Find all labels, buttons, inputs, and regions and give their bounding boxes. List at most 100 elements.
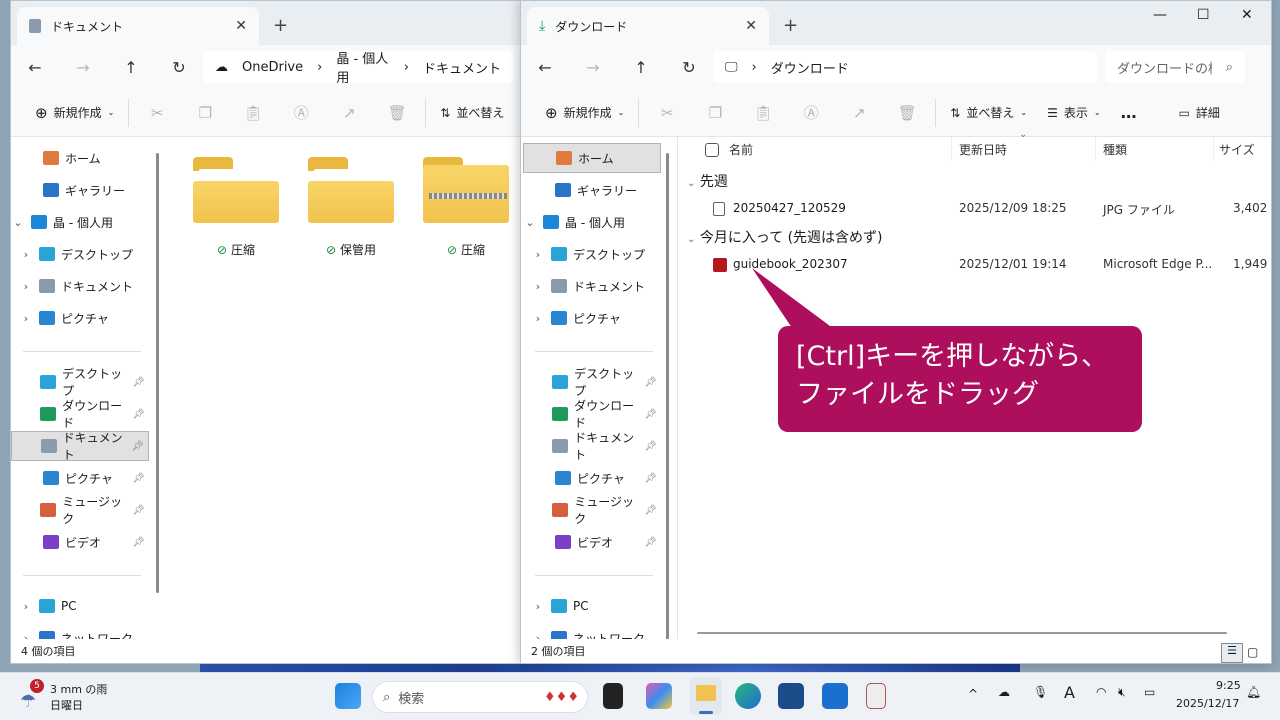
column-header-size[interactable]: サイズ <box>1219 141 1255 158</box>
battery-icon[interactable]: ▭ <box>1144 685 1155 699</box>
nav-scrollbar[interactable] <box>156 153 159 593</box>
column-header-type[interactable]: 種類 <box>1103 141 1127 158</box>
collapse-chevron-icon[interactable]: ⌄ <box>687 234 695 245</box>
expand-chevron-icon[interactable]: › <box>19 312 33 325</box>
folder-docs[interactable] <box>193 157 279 225</box>
expand-chevron-icon[interactable]: › <box>19 280 33 293</box>
file-row[interactable]: 20250427_120529 2025/12/09 18:25 JPG ファイ… <box>711 201 1271 221</box>
ime-icon[interactable]: A <box>1064 683 1075 702</box>
microphone-icon[interactable]: 🎙︎ <box>1033 685 1048 699</box>
nav-item[interactable]: ホーム <box>11 143 149 173</box>
expand-chevron-icon[interactable]: › <box>19 600 33 613</box>
refresh-button[interactable]: ↻ <box>155 58 203 77</box>
minimize-button[interactable]: — <box>1153 7 1167 23</box>
nav-item[interactable]: ミュージック 📌︎ <box>523 495 661 526</box>
start-button[interactable] <box>335 683 361 709</box>
paste-icon[interactable]: 📋︎ <box>739 97 787 129</box>
more-button[interactable]: … <box>1111 97 1147 129</box>
nav-item[interactable]: ダウンロード 📌︎ <box>523 399 661 430</box>
tiles-view-button[interactable]: ▢ <box>1247 645 1258 659</box>
folder-label[interactable]: ⊘ 保管用 <box>301 241 401 258</box>
file-explorer-taskbar-button[interactable] <box>690 677 722 715</box>
nav-item[interactable]: ⌄ 晶 - 個人用 <box>523 207 661 237</box>
column-header-date[interactable]: 更新日時 <box>959 141 1007 158</box>
select-all-checkbox[interactable] <box>705 143 719 157</box>
expand-chevron-icon[interactable]: › <box>531 248 545 261</box>
snipping-tool-icon[interactable] <box>866 683 886 709</box>
delete-icon[interactable]: 🗑︎ <box>373 97 421 129</box>
details-view-button[interactable]: ☰ <box>1221 643 1243 663</box>
group-header[interactable]: ⌄ 今月に入って (先週は含めず) <box>687 227 883 247</box>
outlook-icon[interactable] <box>822 683 848 709</box>
nav-item[interactable]: › デスクトップ <box>19 239 157 269</box>
forward-button[interactable]: → <box>569 58 617 77</box>
taskbar-search[interactable]: ⌕ 検索 ♦♦♦ <box>372 681 588 713</box>
share-icon[interactable]: ↗ <box>835 97 883 129</box>
folder-plain[interactable] <box>308 157 394 225</box>
expand-chevron-icon[interactable]: › <box>19 248 33 261</box>
volume-muted-icon[interactable]: 🔇︎ <box>1118 685 1126 700</box>
nav-item[interactable]: ⌄ 晶 - 個人用 <box>11 207 149 237</box>
breadcrumb[interactable]: 🖵︎ › ダウンロード <box>713 51 1097 83</box>
forward-button[interactable]: → <box>59 58 107 77</box>
tab-downloads[interactable]: ⤓ ダウンロード ✕ <box>527 7 769 45</box>
expand-chevron-icon[interactable]: › <box>531 280 545 293</box>
share-icon[interactable]: ↗ <box>325 97 373 129</box>
nav-item[interactable]: › PC <box>531 591 669 621</box>
close-window-button[interactable]: ✕ <box>1241 7 1253 23</box>
new-button[interactable]: ⊕ 新規作成 ⌄ <box>25 97 124 129</box>
nav-item[interactable]: ダウンロード 📌︎ <box>11 399 149 430</box>
nav-item[interactable]: ホーム <box>523 143 661 173</box>
up-button[interactable]: ↑ <box>617 58 665 77</box>
nav-item[interactable]: ギャラリー <box>523 175 661 205</box>
column-header-name[interactable]: 名前 <box>729 141 753 158</box>
tab-documents[interactable]: ドキュメント ✕ <box>17 7 259 45</box>
rename-icon[interactable]: Ⓐ <box>277 97 325 129</box>
breadcrumb-item[interactable]: ドキュメント <box>423 58 501 77</box>
nav-item[interactable]: › PC <box>19 591 157 621</box>
search-box[interactable]: ダウンロードの検索 ⌕ <box>1105 51 1245 83</box>
task-view-icon[interactable] <box>603 683 623 709</box>
sort-button[interactable]: ⇅ 並べ替え <box>430 97 514 129</box>
delete-icon[interactable]: 🗑︎ <box>883 97 931 129</box>
weather-widget[interactable]: ☂ 5 3 mm の雨 日曜日 <box>18 679 118 715</box>
close-tab-icon[interactable]: ✕ <box>235 18 247 34</box>
expand-chevron-icon[interactable]: › <box>531 312 545 325</box>
expand-chevron-icon[interactable]: ⌄ <box>523 216 537 229</box>
onedrive-tray-icon[interactable]: ☁ <box>998 685 1010 699</box>
cut-icon[interactable]: ✂ <box>133 97 181 129</box>
new-tab-button[interactable]: + <box>783 15 798 36</box>
nav-item[interactable]: › ピクチャ <box>19 303 157 333</box>
new-tab-button[interactable]: + <box>273 15 288 36</box>
nav-item[interactable]: ギャラリー <box>11 175 149 205</box>
back-button[interactable]: ← <box>521 58 569 77</box>
nav-item[interactable]: › ピクチャ <box>531 303 669 333</box>
nav-item[interactable]: ドキュメント 📌︎ <box>11 431 149 462</box>
folder-zip[interactable] <box>423 157 509 225</box>
nav-item[interactable]: デスクトップ 📌︎ <box>11 367 149 398</box>
breadcrumb-item[interactable]: OneDrive <box>242 60 303 75</box>
rename-icon[interactable]: Ⓐ <box>787 97 835 129</box>
store-icon[interactable] <box>778 683 804 709</box>
folder-label[interactable]: ⊘ 圧縮 <box>186 241 286 258</box>
group-header[interactable]: ⌄ 先週 <box>687 171 728 191</box>
back-button[interactable]: ← <box>11 58 59 77</box>
nav-item[interactable]: ビデオ 📌︎ <box>11 527 149 557</box>
cut-icon[interactable]: ✂ <box>643 97 691 129</box>
paste-icon[interactable]: 📋︎ <box>229 97 277 129</box>
copy-icon[interactable]: ❐ <box>181 97 229 129</box>
notification-icon[interactable]: 🔔︎ <box>1246 685 1261 699</box>
horizontal-scrollbar[interactable] <box>697 632 1227 634</box>
copilot-icon[interactable] <box>646 683 672 709</box>
clock-date[interactable]: 2025/12/17 <box>1176 697 1239 710</box>
nav-item[interactable]: › ドキュメント <box>19 271 157 301</box>
up-button[interactable]: ↑ <box>107 58 155 77</box>
clock-time[interactable]: 9:25 <box>1216 679 1241 692</box>
edge-icon[interactable] <box>735 683 761 709</box>
close-tab-icon[interactable]: ✕ <box>745 18 757 34</box>
refresh-button[interactable]: ↻ <box>665 58 713 77</box>
collapse-chevron-icon[interactable]: ⌄ <box>687 178 695 189</box>
folder-label[interactable]: ⊘ 圧縮 <box>416 241 516 258</box>
nav-scrollbar[interactable] <box>666 153 669 643</box>
nav-item[interactable]: ビデオ 📌︎ <box>523 527 661 557</box>
